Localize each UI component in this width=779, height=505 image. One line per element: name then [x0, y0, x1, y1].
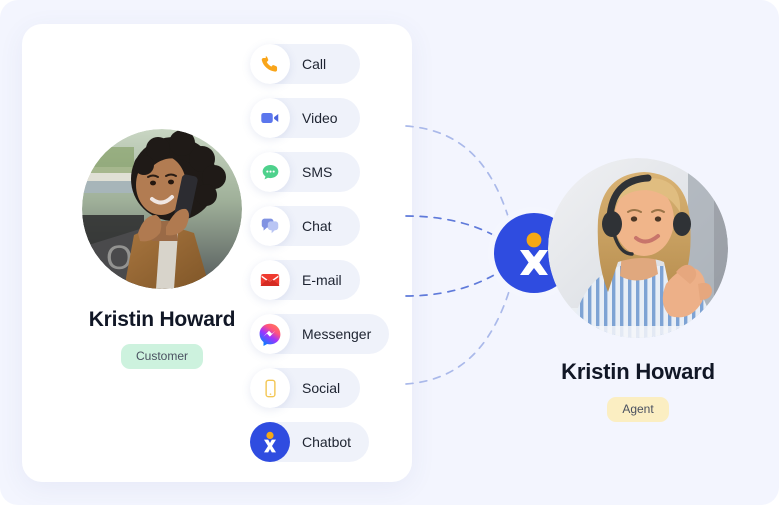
customer-role-badge: Customer: [120, 344, 203, 369]
messenger-icon: [250, 314, 290, 354]
channel-card: O Kristin Howard Customer Call Video SMS…: [22, 24, 412, 482]
channel-item-messenger[interactable]: Messenger: [250, 314, 390, 354]
channel-item-email[interactable]: E-mail: [250, 260, 360, 300]
channel-label: Messenger: [302, 326, 372, 342]
agent-avatar: [548, 158, 728, 338]
agent-avatar-image: [548, 158, 728, 338]
phone-icon: [250, 44, 290, 84]
social-icon: [250, 368, 290, 408]
omnichannel-illustration: O Kristin Howard Customer Call Video SMS…: [0, 0, 779, 505]
customer-avatar-image: O: [82, 129, 242, 289]
agent-block: Kristin Howard Agent: [548, 158, 728, 422]
email-icon: [250, 260, 290, 300]
channel-label: Social: [302, 380, 341, 396]
customer-avatar: O: [82, 129, 242, 289]
channel-label: Chat: [302, 218, 332, 234]
channel-label: E-mail: [302, 272, 342, 288]
chatbot-icon: [250, 422, 290, 462]
agent-name: Kristin Howard: [561, 359, 715, 384]
channel-label: Chatbot: [302, 434, 352, 450]
channel-item-sms[interactable]: SMS: [250, 152, 360, 192]
channel-list: Call Video SMS Chat E-mail Messenger Soc…: [250, 44, 450, 476]
channel-label: Call: [302, 56, 327, 72]
channel-item-social[interactable]: Social: [250, 368, 360, 408]
channel-label: SMS: [302, 164, 333, 180]
customer-block: O Kristin Howard Customer: [58, 129, 266, 369]
agent-role-badge: Agent: [607, 397, 669, 422]
channel-item-video[interactable]: Video: [250, 98, 360, 138]
sms-icon: [250, 152, 290, 192]
customer-name: Kristin Howard: [88, 308, 236, 331]
channel-item-chat[interactable]: Chat: [250, 206, 360, 246]
channel-item-chatbot[interactable]: Chatbot: [250, 422, 370, 462]
channel-label: Video: [302, 110, 338, 126]
video-icon: [250, 98, 290, 138]
channel-item-call[interactable]: Call: [250, 44, 360, 84]
chat-icon: [250, 206, 290, 246]
